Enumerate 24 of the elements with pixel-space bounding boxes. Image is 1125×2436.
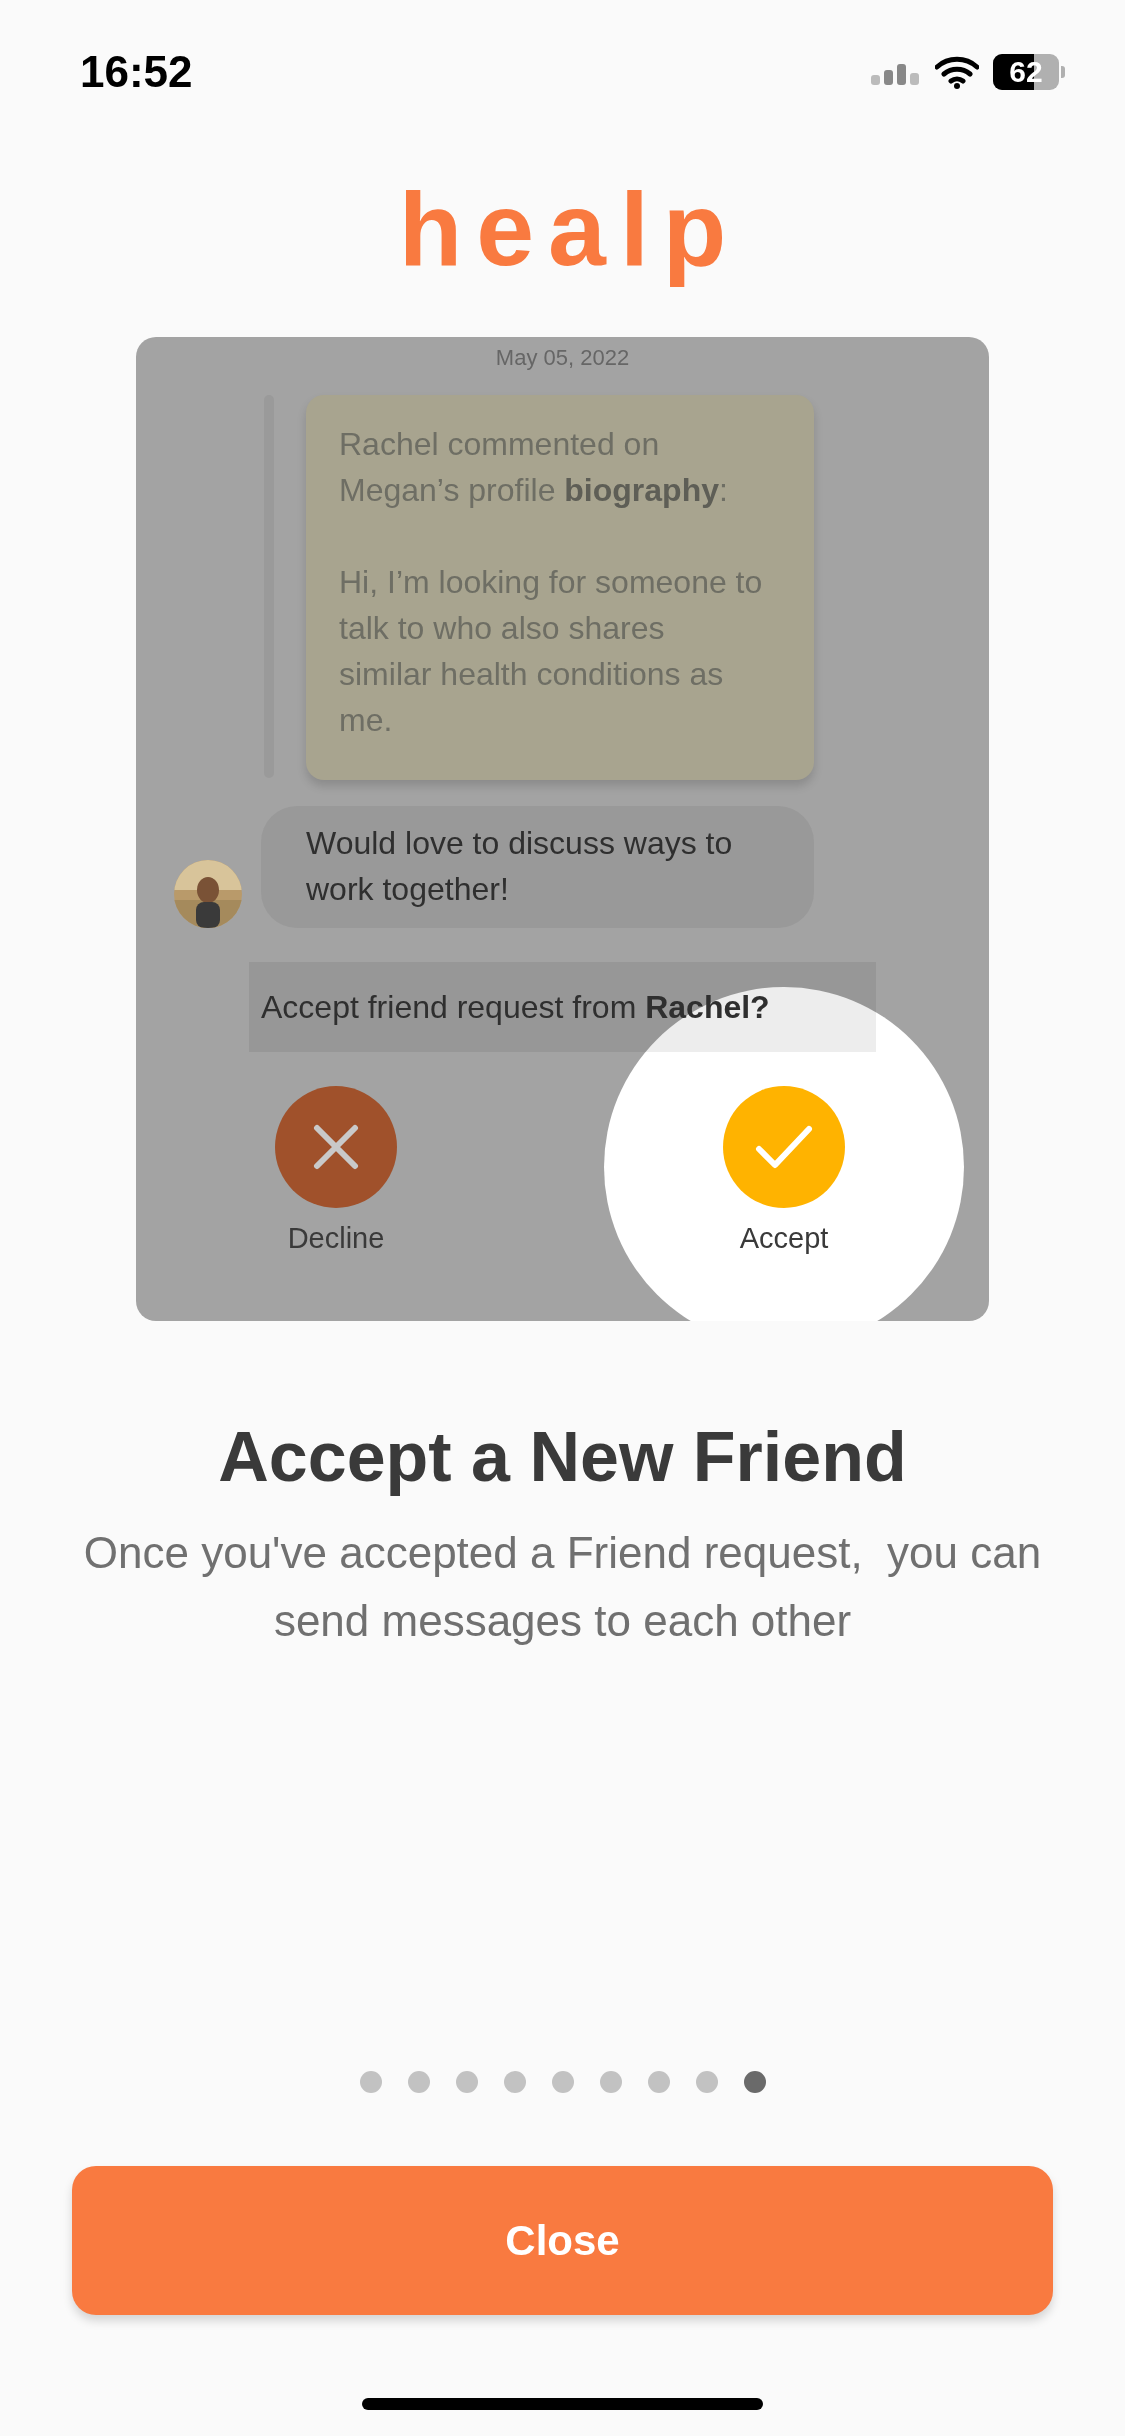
page-dot[interactable] [647, 2071, 670, 2093]
page-description: Once you've accepted a Friend request, you can send messages to each other [82, 1527, 1043, 1648]
page-dot[interactable] [503, 2071, 526, 2093]
wifi-icon [935, 55, 979, 89]
message-date: May 05, 2022 [495, 345, 630, 372]
comment-text: Hi, I’m looking for someone to talk to who also shares similar health conditions as me. [339, 563, 764, 741]
page-dot[interactable] [407, 2071, 430, 2093]
page-dot[interactable] [455, 2071, 478, 2093]
check-icon [755, 1125, 813, 1170]
page-dot[interactable] [551, 2071, 574, 2093]
page-dot[interactable] [695, 2071, 718, 2093]
comment-text: Rachel commented on Megan’s profile biography: [339, 425, 729, 511]
status-time: 16:52 [80, 47, 193, 97]
page-dot[interactable] [359, 2071, 382, 2093]
close-icon [313, 1124, 359, 1171]
page-dot[interactable] [599, 2071, 622, 2093]
message-bubble: Would love to discuss ways to work together! [261, 806, 814, 929]
page-title: Accept a New Friend [218, 1417, 907, 1498]
friend-request-prompt: Accept friend request from Rachel? [249, 962, 876, 1053]
app-logo: healp [397, 170, 741, 289]
action-label: Decline [287, 1222, 385, 1256]
page-dot[interactable] [743, 2071, 766, 2093]
close-button[interactable]: Close [72, 2166, 1053, 2315]
action-label: Accept [739, 1222, 829, 1256]
